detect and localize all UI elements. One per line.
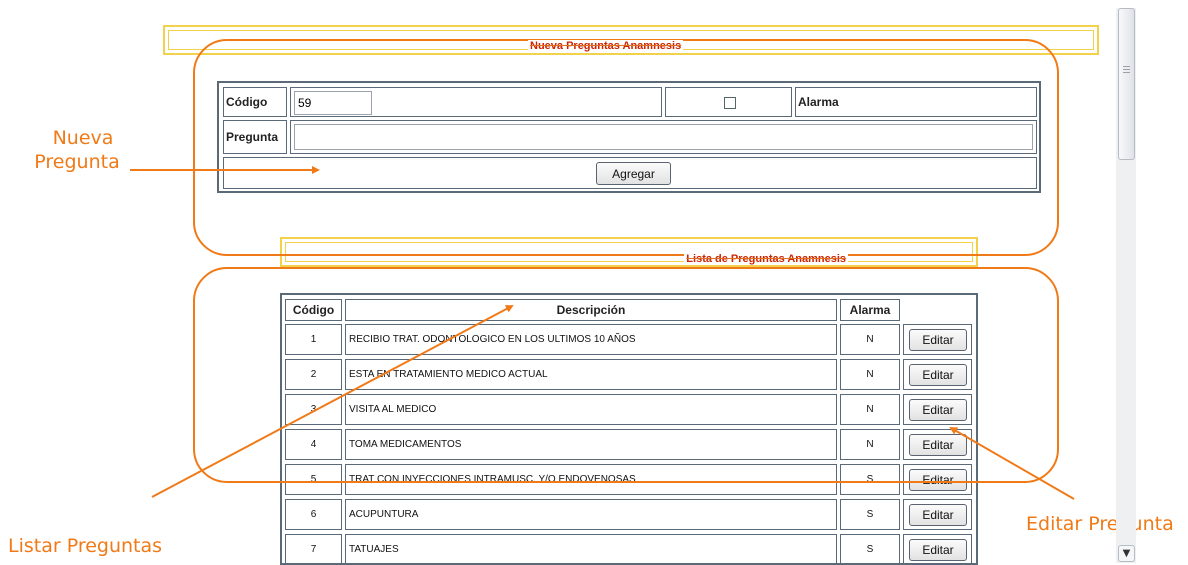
chevron-down-icon: ▼	[1122, 548, 1131, 559]
editar-pregunta-annotation: Editar Pregunta	[1026, 513, 1174, 535]
nueva-pregunta-annotation-line1: Nueva	[52, 127, 114, 149]
scrollbar-grip-icon	[1123, 66, 1130, 67]
vertical-scrollbar-thumb[interactable]	[1118, 8, 1135, 160]
nueva-pregunta-annotation-line2: Pregunta	[34, 151, 120, 173]
annotation-arrows	[130, 166, 1075, 500]
lista-section-title: Lista de Preguntas Anamnesis	[684, 253, 849, 265]
scroll-down-button[interactable]: ▼	[1118, 545, 1135, 562]
scrollbar-grip-icon	[1123, 69, 1130, 70]
editar-pregunta-arrow	[949, 427, 1075, 500]
listar-preguntas-arrow	[151, 305, 514, 498]
nueva-pregunta-annotation: Nueva Pregunta	[34, 126, 131, 174]
nueva-section-title: Nueva Preguntas Anamnesis	[528, 40, 684, 52]
scrollbar-grip-icon	[1123, 72, 1130, 73]
listar-preguntas-annotation: Listar Preguntas	[8, 535, 163, 557]
